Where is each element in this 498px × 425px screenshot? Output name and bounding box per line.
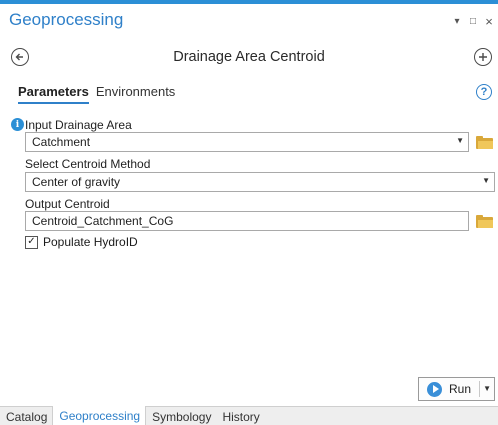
run-button-label: Run	[449, 382, 472, 396]
tool-title: Drainage Area Centroid	[173, 49, 325, 65]
info-icon[interactable]: i	[11, 118, 24, 131]
populate-hydroid-label: Populate HydroID	[43, 235, 138, 249]
tab-history[interactable]: History	[216, 407, 264, 425]
populate-hydroid-checkbox[interactable]: ✓	[25, 235, 38, 249]
folder-icon[interactable]	[476, 215, 493, 228]
tab-symbology[interactable]: Symbology	[146, 407, 216, 425]
input-drainage-area-label: Input Drainage Area	[25, 118, 132, 132]
output-centroid-value: Centroid_Catchment_CoG	[32, 214, 174, 228]
output-centroid-input[interactable]: Centroid_Catchment_CoG	[25, 211, 469, 231]
tab-geoprocessing[interactable]: Geoprocessing	[52, 406, 147, 425]
help-icon[interactable]: ?	[476, 84, 492, 100]
input-drainage-area-select[interactable]: Catchment ▼	[25, 132, 469, 152]
input-drainage-area-value: Catchment	[32, 135, 91, 149]
run-button[interactable]: Run ▼	[418, 377, 495, 401]
chevron-down-icon: ▼	[456, 136, 464, 145]
centroid-method-value: Center of gravity	[32, 175, 121, 189]
pin-dropdown-icon[interactable]: ▾	[452, 16, 462, 27]
tab-environments[interactable]: Environments	[96, 84, 175, 104]
chevron-down-icon: ▼	[482, 176, 490, 185]
pane-top-accent	[0, 0, 498, 4]
run-options-chevron-icon[interactable]: ▼	[483, 384, 491, 393]
tool-tabs: Parameters Environments	[18, 84, 175, 104]
maximize-icon[interactable]: □	[468, 16, 478, 27]
add-icon[interactable]	[474, 48, 492, 66]
close-icon[interactable]: ×	[484, 14, 494, 29]
centroid-method-select[interactable]: Center of gravity ▼	[25, 172, 495, 192]
play-icon	[427, 381, 442, 397]
centroid-method-label: Select Centroid Method	[25, 157, 151, 171]
pane-title: Geoprocessing	[9, 10, 124, 29]
populate-hydroid-row: ✓ Populate HydroID	[25, 235, 138, 249]
output-centroid-label: Output Centroid	[25, 197, 110, 211]
tab-catalog[interactable]: Catalog	[0, 407, 52, 425]
window-controls: ▾ □ ×	[452, 14, 494, 29]
folder-icon[interactable]	[476, 136, 493, 149]
bottom-tab-bar: Catalog Geoprocessing Symbology History	[0, 406, 498, 425]
tab-parameters[interactable]: Parameters	[18, 84, 89, 104]
